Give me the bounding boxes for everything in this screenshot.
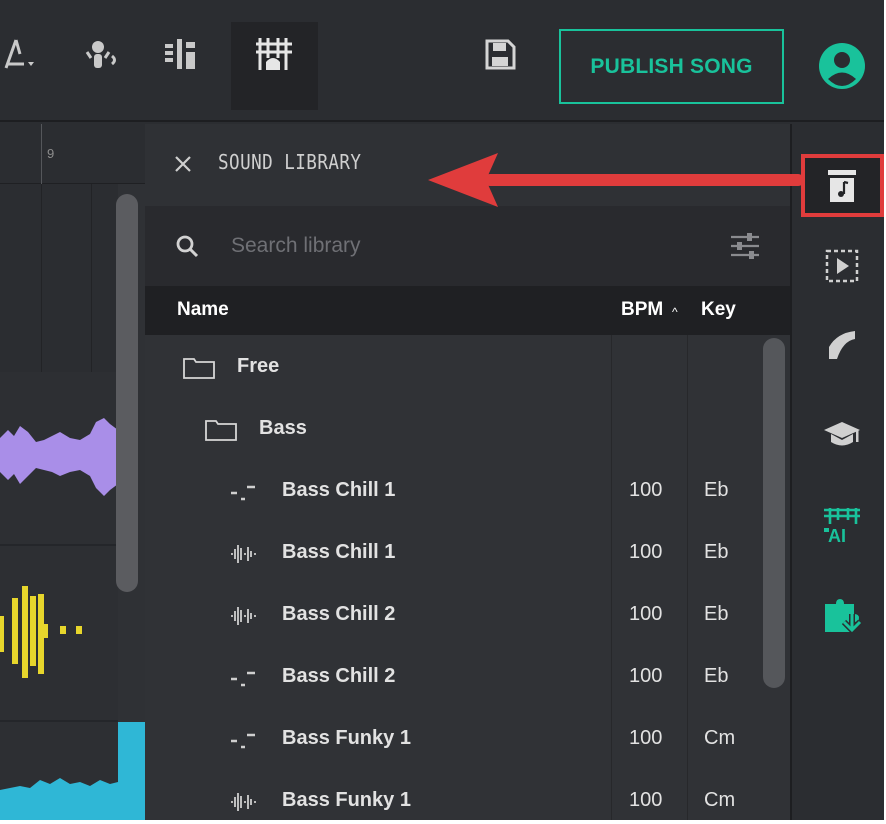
list-item[interactable]: Bass Funky 1 100 Cm [145, 707, 760, 769]
top-toolbar: PUBLISH SONG [0, 0, 884, 122]
mixer-icon[interactable] [160, 34, 200, 74]
list-item[interactable]: Bass Chill 1 100 Eb [145, 521, 760, 583]
track-lane[interactable] [0, 722, 118, 820]
audio-clip-icon [229, 791, 257, 818]
learn-icon[interactable] [822, 414, 862, 454]
ruler-tick [41, 124, 42, 184]
list-item[interactable]: Bass Chill 2 100 Eb [145, 583, 760, 645]
list-item-name: Bass Chill 2 [282, 603, 396, 625]
list-item-key: Cm [704, 727, 736, 749]
panel-title: SOUND LIBRARY [218, 150, 362, 174]
search-icon [175, 234, 199, 258]
search-bar [145, 206, 790, 286]
column-bpm[interactable]: BPM [621, 299, 663, 321]
audio-clip-icon [229, 605, 257, 632]
loop-pack-icon[interactable] [822, 246, 862, 286]
list-item-key: Eb [704, 541, 729, 563]
library-scrollbar[interactable] [763, 338, 785, 688]
list-item-key: Eb [704, 479, 729, 501]
midi-clip-icon [229, 729, 257, 756]
list-item-name: Bass Chill 1 [282, 479, 396, 501]
list-item-key: Eb [704, 665, 729, 687]
waveform-purple [0, 418, 118, 496]
list-item[interactable]: Bass [145, 397, 760, 459]
app-window: PUBLISH SONG 9 SOUND LIBRARY Search libr… [0, 0, 884, 820]
mic-monitor-icon[interactable] [82, 34, 122, 74]
list-item-bpm: 100 [629, 665, 663, 687]
sound-library-panel: SOUND LIBRARY Name BPM ^ Key Fr [145, 124, 790, 820]
folder-icon [183, 357, 215, 384]
account-icon[interactable] [818, 42, 866, 90]
list-item-bpm: 100 [629, 541, 663, 563]
plugin-icon[interactable] [822, 598, 862, 638]
list-item[interactable]: Bass Chill 1 100 Eb [145, 459, 760, 521]
ruler-bar-number: 9 [47, 146, 55, 161]
list-item-name: Bass Funky 1 [282, 789, 411, 811]
grid-line [91, 184, 92, 372]
close-icon[interactable] [173, 154, 193, 174]
column-header: Name BPM ^ Key [145, 286, 790, 335]
list-item[interactable]: Free [145, 335, 760, 397]
timeline-ruler: 9 [0, 124, 145, 184]
filter-settings-icon[interactable] [729, 230, 761, 262]
column-key[interactable]: Key [701, 299, 736, 321]
track-lane[interactable] [0, 372, 118, 546]
right-sidebar: AI [790, 124, 884, 820]
waveform-cyan [0, 778, 118, 820]
empty-track [0, 184, 118, 372]
save-icon[interactable] [480, 34, 520, 74]
waveform-yellow [0, 586, 82, 678]
list-item-bpm: 100 [629, 603, 663, 625]
list-item-bpm: 100 [629, 727, 663, 749]
list-item-name: Bass Funky 1 [282, 727, 411, 749]
audio-clip-icon [229, 543, 257, 570]
guitar-icon[interactable] [822, 324, 862, 364]
tuner-icon[interactable] [2, 34, 42, 74]
annotation-arrow [428, 153, 804, 207]
list-item-key: Eb [704, 603, 729, 625]
midi-clip-icon [229, 667, 257, 694]
waveform-cyan-tail [118, 722, 145, 820]
midi-clip-icon [229, 481, 257, 508]
timeline-scrollbar[interactable] [116, 194, 138, 592]
grid-line [41, 184, 42, 372]
list-item-key: Cm [704, 789, 736, 811]
list-item[interactable]: Bass Funky 1 100 Cm [145, 769, 760, 820]
column-name[interactable]: Name [177, 299, 229, 321]
publish-song-button[interactable]: PUBLISH SONG [559, 29, 784, 104]
keyboard-icon[interactable] [254, 34, 294, 74]
sort-ascending-icon: ^ [672, 305, 678, 319]
list-item-name: Bass Chill 2 [282, 665, 396, 687]
list-item-name: Bass [259, 417, 307, 439]
list-item-bpm: 100 [629, 479, 663, 501]
list-item-bpm: 100 [629, 789, 663, 811]
search-input[interactable] [231, 228, 711, 264]
sound-library-icon[interactable] [822, 166, 862, 206]
track-timeline: 9 [0, 124, 145, 820]
list-item-name: Bass Chill 1 [282, 541, 396, 563]
folder-icon [205, 419, 237, 446]
list-item[interactable]: Bass Chill 2 100 Eb [145, 645, 760, 707]
track-lane[interactable] [0, 546, 118, 722]
library-list: Free Bass Bass Chill 1 100 Eb Bass Chill… [145, 335, 790, 820]
list-item-name: Free [237, 355, 280, 377]
svg-text:AI: AI [828, 526, 846, 546]
ai-icon[interactable]: AI [822, 506, 862, 546]
